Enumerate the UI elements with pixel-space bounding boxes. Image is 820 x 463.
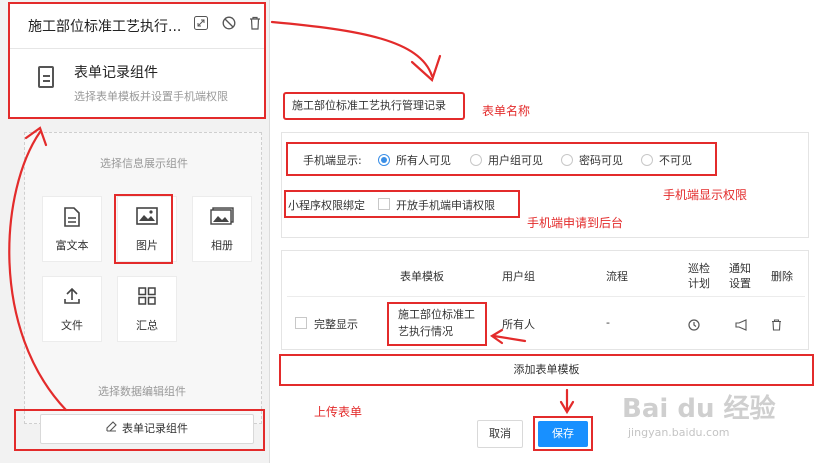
arrow-header-to-form: [270, 20, 434, 78]
annotation-arrows: [8, 20, 575, 415]
arrow-button-to-card: [8, 130, 68, 412]
arrow-header-to-form-head: [410, 54, 442, 82]
